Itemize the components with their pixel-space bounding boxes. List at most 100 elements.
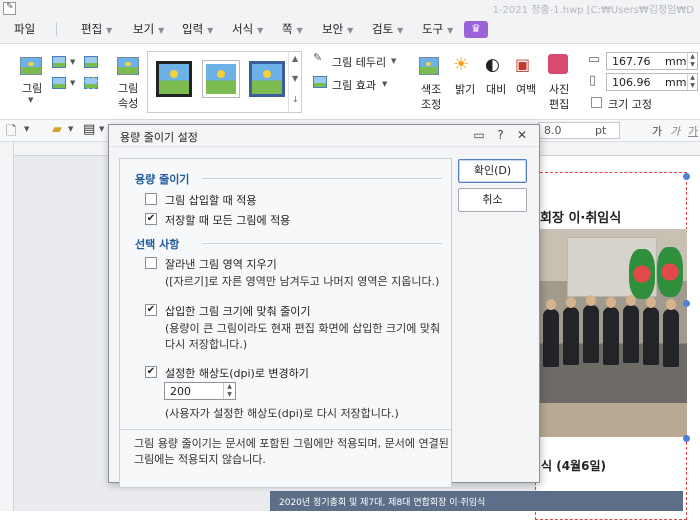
footer-note-line2: 그림에는 적용되지 않습니다. [134, 453, 266, 466]
app-icon[interactable]: ✎ [3, 2, 16, 15]
contrast-icon[interactable]: ◐ [485, 55, 500, 75]
menu-file[interactable]: 파일 [14, 20, 35, 38]
chevron-down-icon[interactable]: ▼ [68, 125, 73, 133]
chevron-down-icon[interactable]: ▼ [292, 74, 298, 83]
chevron-down-icon: ▼ [347, 26, 354, 35]
underline-button[interactable]: 가 [688, 123, 698, 139]
spin-down-icon[interactable]: ▼ [224, 391, 235, 399]
help-icon[interactable]: ? [492, 128, 510, 142]
picture-label: 그림 [22, 82, 43, 95]
picture-style-1[interactable] [156, 61, 192, 97]
menu-review[interactable]: 검토 ▼ [372, 20, 403, 38]
picture-height-field[interactable]: 106.96 mm ▲ ▼ [606, 73, 698, 91]
vertical-ruler[interactable] [0, 142, 14, 511]
menu-format[interactable]: 서식 ▼ [232, 20, 263, 38]
picture-arrange-icon[interactable] [52, 77, 66, 89]
chevron-down-icon: ▼ [257, 26, 264, 35]
picture-border-label[interactable]: 그림 테두리 [332, 54, 386, 70]
insert-picture-small-icon[interactable] [52, 56, 66, 68]
ceremony-photo[interactable] [537, 229, 687, 437]
picture-style-3[interactable] [249, 61, 285, 97]
comment-icon[interactable]: ▭ [470, 128, 488, 142]
ok-button[interactable]: 확인(D) [458, 159, 527, 183]
dpi-spinner[interactable]: ▲ ▼ [223, 383, 235, 399]
resize-handle[interactable] [683, 173, 690, 180]
width-icon: ▭ [588, 52, 601, 67]
change-dpi-checkbox[interactable]: ✔ [145, 366, 157, 378]
chevron-down-icon: ▼ [447, 26, 454, 35]
bold-button[interactable]: 가 [652, 123, 662, 139]
dialog-options-panel: 용량 줄이기 그림 삽입할 때 적용 ✔ 저장할 때 모든 그림에 적용 선택 … [119, 158, 452, 488]
change-dpi-label: 설정한 해상도(dpi)로 변경하기 [165, 367, 309, 380]
sun-icon[interactable]: ☀ [453, 54, 469, 75]
chevron-down-icon: ▼ [158, 26, 165, 35]
picture-properties-label-2: 속성 [118, 97, 139, 110]
width-spinner[interactable]: ▲ ▼ [687, 53, 697, 69]
window-title-bar: 1-2021 정출-1.hwp [C:₩Users₩김정임₩D [0, 0, 700, 16]
menu-security[interactable]: 보안 ▼ [322, 20, 353, 38]
chevron-down-icon[interactable]: ▼ [70, 79, 75, 87]
char-style-buttons[interactable]: 가 가 가 [648, 122, 700, 139]
color-adjust-label-1: 색조 [421, 83, 442, 96]
dpi-value[interactable]: 200 [170, 385, 191, 398]
fix-size-checkbox[interactable] [591, 97, 602, 108]
section-divider [202, 178, 442, 179]
cancel-button[interactable]: 취소 [458, 188, 527, 212]
picture-tab-badge[interactable]: ♛ [464, 21, 488, 38]
color-adjust-icon[interactable] [419, 57, 439, 75]
save-icon[interactable]: ▤ [83, 122, 95, 137]
menu-divider [56, 22, 57, 36]
apply-on-save-checkbox[interactable]: ✔ [145, 213, 157, 225]
picture-crop-icon[interactable] [84, 77, 98, 89]
menu-tools[interactable]: 도구 ▼ [422, 20, 453, 38]
height-spinner[interactable]: ▲ ▼ [687, 74, 697, 90]
chevron-down-icon[interactable]: ▼ [382, 80, 387, 88]
chevron-up-icon[interactable]: ▲ [292, 54, 298, 63]
picture-properties-icon[interactable] [117, 57, 139, 75]
menu-edit[interactable]: 편집 ▼ [81, 20, 112, 38]
color-adjust-label-2: 조정 [421, 98, 442, 111]
section-divider [202, 243, 442, 244]
menu-insert[interactable]: 입력 ▼ [182, 20, 213, 38]
gallery-more-icon[interactable]: ↓ [292, 95, 299, 104]
photo-caption: 식 (4월6일) [541, 459, 606, 473]
picture-replace-icon[interactable] [84, 56, 98, 68]
picture-style-2[interactable] [203, 61, 239, 97]
font-size-field[interactable]: 8.0 pt [538, 122, 620, 139]
section-options-heading: 선택 사항 [135, 238, 180, 251]
dialog-title-icons: ▭ ? ✕ [470, 128, 531, 142]
chevron-down-icon: ▼ [296, 26, 303, 35]
picture-style-gallery[interactable] [147, 51, 302, 113]
italic-button[interactable]: 가 [670, 123, 680, 139]
chevron-down-icon[interactable]: ▼ [24, 125, 29, 133]
delete-cropped-note: ([자르기]로 자른 영역만 남겨두고 나머지 영역은 지웁니다.) [165, 275, 440, 288]
brightness-label: 밝기 [455, 83, 476, 96]
resize-handle[interactable] [683, 435, 690, 442]
dpi-note: (사용자가 설정한 해상도(dpi)로 다시 저장합니다.) [165, 407, 399, 420]
chevron-down-icon[interactable]: ▼ [28, 96, 33, 104]
picture-icon[interactable] [20, 57, 42, 75]
delete-cropped-checkbox[interactable] [145, 257, 157, 269]
lower-photo[interactable]: 2020년 정기총회 및 제7대, 제8대 연합회장 이·취임식 [270, 491, 683, 511]
close-icon[interactable]: ✕ [513, 128, 531, 142]
picture-width-field[interactable]: 167.76 mm ▲ ▼ [606, 52, 698, 70]
photo-edit-icon[interactable] [548, 54, 568, 74]
resize-handle[interactable] [683, 300, 690, 307]
margin-icon[interactable]: ▣ [515, 55, 530, 74]
picture-effect-label[interactable]: 그림 효과 [332, 77, 376, 93]
menu-view[interactable]: 보기 ▼ [133, 20, 164, 38]
fix-size-label: 크기 고정 [608, 98, 652, 111]
chevron-down-icon[interactable]: ▼ [391, 57, 396, 65]
gallery-scrollbar[interactable]: ▲ ▼ ↓ [288, 51, 302, 113]
chevron-down-icon[interactable]: ▼ [70, 58, 75, 66]
apply-on-insert-checkbox[interactable] [145, 193, 157, 205]
chevron-down-icon[interactable]: ▼ [99, 125, 104, 133]
shrink-to-size-label: 삽입한 그림 크기에 맞춰 줄이기 [165, 305, 311, 318]
dpi-input[interactable]: 200 ▲ ▼ [164, 382, 236, 400]
section-reduce-heading: 용량 줄이기 [135, 173, 190, 186]
spin-up-icon[interactable]: ▲ [224, 383, 235, 391]
shrink-to-size-checkbox[interactable]: ✔ [145, 304, 157, 316]
menu-page[interactable]: 쪽 ▼ [282, 20, 303, 38]
new-document-icon[interactable]: 🗋 [6, 122, 16, 144]
open-folder-icon[interactable]: ▰ [52, 122, 62, 137]
